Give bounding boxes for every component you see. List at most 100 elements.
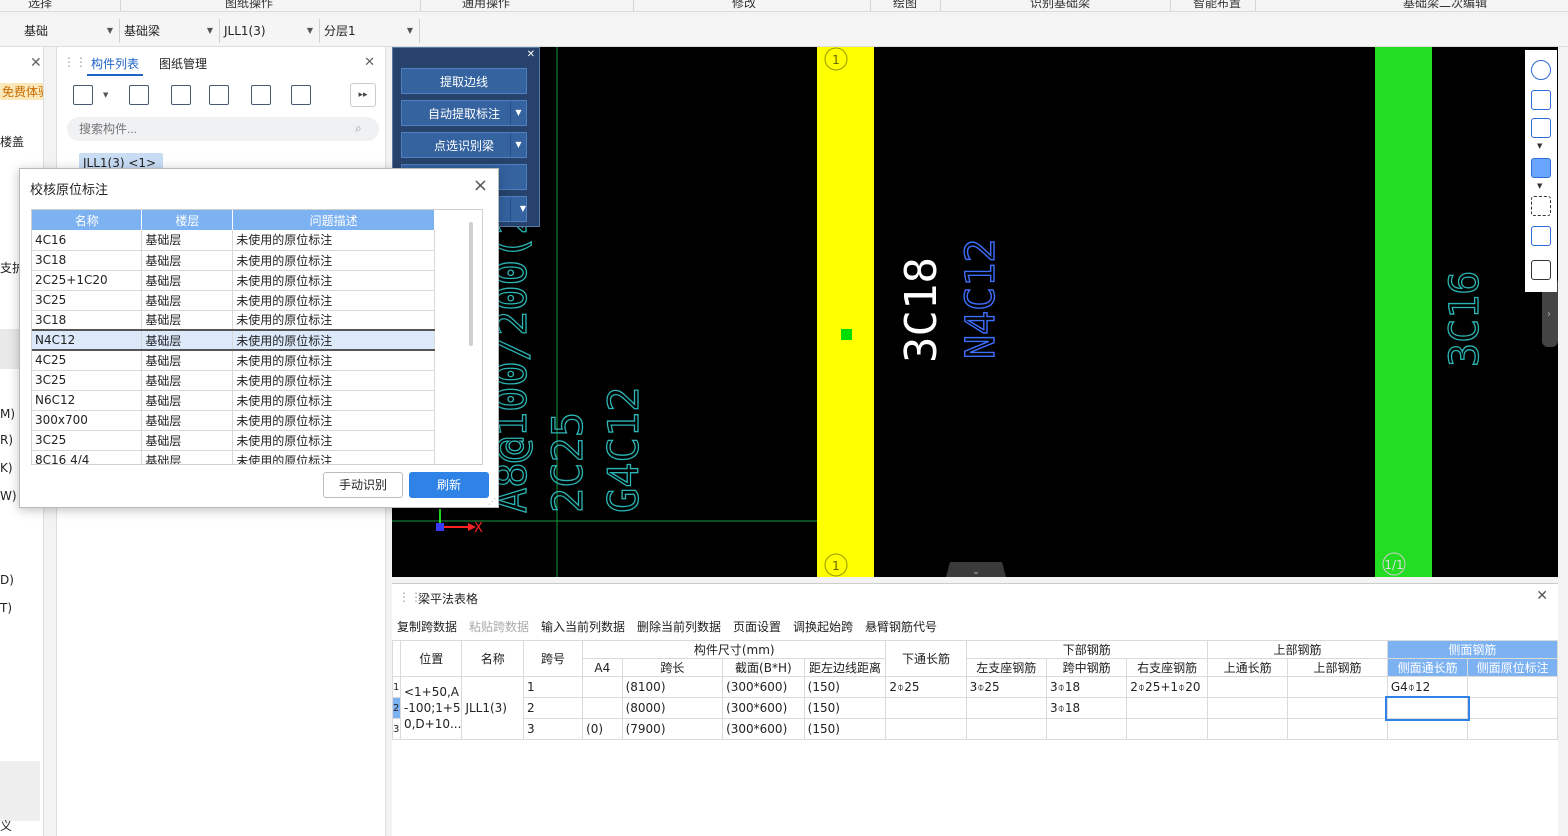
- duplicate-icon[interactable]: [209, 85, 229, 105]
- table-row[interactable]: 2 2 (8000) (300*600) (150) 3⌽18: [392, 695, 1558, 721]
- cell-top-through[interactable]: [1207, 697, 1289, 719]
- table-row[interactable]: 4C16 基础层 未使用的原位标注: [32, 230, 435, 251]
- cell-left-support[interactable]: 3⌽25: [965, 676, 1048, 698]
- column-header-dimensions[interactable]: 构件尺寸(mm): [582, 640, 887, 659]
- row-number[interactable]: 2: [392, 697, 401, 719]
- cell-section[interactable]: (300*600): [722, 697, 805, 719]
- close-icon[interactable]: ✕: [364, 55, 375, 70]
- cell-a4[interactable]: [582, 676, 623, 698]
- floor-type-select[interactable]: 基础 ▼: [20, 19, 120, 43]
- chevron-down-icon[interactable]: ▼: [510, 101, 526, 125]
- nav-item-yi[interactable]: 义: [0, 817, 12, 834]
- cell-top-bar[interactable]: [1287, 697, 1388, 719]
- grip-point[interactable]: [841, 329, 852, 340]
- cell-a4[interactable]: (0): [582, 718, 623, 740]
- more-icon[interactable]: ▸▸: [350, 83, 376, 107]
- cell-bottom-through[interactable]: 2⌽25: [885, 676, 967, 698]
- component-select[interactable]: JLL1(3) ▼: [220, 19, 320, 43]
- extract-edge-button[interactable]: 提取边线: [401, 68, 527, 94]
- column-header-mid-span[interactable]: 跨中钢筋: [1046, 658, 1128, 677]
- cell-span[interactable]: 2: [522, 697, 584, 719]
- delete-column-data-button[interactable]: 删除当前列数据: [637, 618, 721, 635]
- row-number[interactable]: 1: [392, 676, 401, 698]
- delete-icon[interactable]: [171, 85, 191, 105]
- drag-handle-icon[interactable]: ⋮⋮: [63, 55, 87, 69]
- column-header-side-rebar[interactable]: 侧面钢筋: [1386, 640, 1558, 659]
- cell-left-support[interactable]: [965, 718, 1048, 740]
- nav-item-r[interactable]: R): [0, 433, 13, 447]
- chevron-down-icon[interactable]: ▼: [103, 91, 108, 99]
- close-icon[interactable]: ✕: [527, 49, 535, 60]
- close-icon[interactable]: ×: [473, 175, 488, 196]
- ribbon-group-beam-edit[interactable]: 基础梁二次编辑: [1403, 0, 1487, 11]
- drawing-canvas[interactable]: 1 1 1/1 3C18 N4C12 3C16 2C25 G4C12 A8@10…: [392, 47, 1558, 577]
- table-row[interactable]: 1 <1+50,A -100;1+5 0,D+10... JLL1(3) 1 (8100)(…: [392, 676, 1558, 740]
- manual-recognize-button[interactable]: 手动识别: [323, 472, 403, 498]
- column-header-span-length[interactable]: 跨长: [621, 658, 724, 677]
- nav-item-k[interactable]: K): [0, 461, 13, 475]
- cell-side-through[interactable]: [1385, 695, 1470, 721]
- cell-a4[interactable]: [582, 697, 623, 719]
- column-header-name[interactable]: 名称: [461, 640, 524, 677]
- column-header-floor[interactable]: 楼层: [141, 210, 234, 230]
- column-header-top-bar[interactable]: 上部钢筋: [1287, 658, 1388, 677]
- cell-right-support[interactable]: [1126, 697, 1209, 719]
- cell-top-bar[interactable]: [1287, 676, 1388, 698]
- ribbon-group-drawing-ops[interactable]: 图纸操作: [225, 0, 273, 11]
- nav-item-d[interactable]: D): [0, 573, 14, 587]
- nav-item-t[interactable]: T): [0, 601, 12, 615]
- paste-span-data-button[interactable]: 粘贴跨数据: [469, 618, 529, 635]
- rebar-label-2c25[interactable]: 2C25: [542, 411, 592, 513]
- beam-left-yellow[interactable]: [817, 47, 874, 577]
- scrollbar[interactable]: [469, 222, 473, 346]
- auto-extract-label-button[interactable]: 自动提取标注 ▼: [401, 100, 527, 126]
- ribbon-group-smart-layout[interactable]: 智能布置: [1193, 0, 1241, 11]
- resize-grip-icon[interactable]: ⋰: [488, 497, 496, 506]
- cell-offset[interactable]: (150): [803, 676, 887, 698]
- column-header-a4[interactable]: A4: [582, 658, 623, 677]
- cantilever-code-button[interactable]: 悬臂钢筋代号: [865, 618, 937, 635]
- export-icon[interactable]: [291, 85, 311, 105]
- nav-item-w[interactable]: W): [0, 489, 17, 503]
- row-number[interactable]: 3: [392, 718, 401, 740]
- box-select-icon[interactable]: [1531, 226, 1551, 246]
- layer-visibility-icon[interactable]: [1531, 260, 1551, 280]
- cell-mid[interactable]: [1046, 718, 1128, 740]
- cell-position[interactable]: <1+50,A -100;1+5 0,D+10...: [399, 676, 463, 740]
- cell-length[interactable]: (7900): [621, 718, 724, 740]
- copy-icon[interactable]: [129, 85, 149, 105]
- cell-side-in-situ[interactable]: [1467, 676, 1558, 698]
- input-column-data-button[interactable]: 输入当前列数据: [541, 618, 625, 635]
- cell-offset[interactable]: (150): [803, 697, 887, 719]
- 3d-view-icon[interactable]: [1531, 90, 1551, 110]
- rebar-label-3c16[interactable]: 3C16: [1441, 270, 1488, 368]
- cell-side-through[interactable]: [1386, 718, 1469, 740]
- table-row[interactable]: N6C12 基础层 未使用的原位标注: [32, 390, 435, 411]
- cell-top-through[interactable]: [1207, 676, 1289, 698]
- chevron-down-icon[interactable]: ▼: [510, 133, 526, 157]
- column-header-section[interactable]: 截面(B*H): [722, 658, 805, 677]
- column-header-top-through[interactable]: 上通长筋: [1207, 658, 1289, 677]
- column-header-right-support[interactable]: 右支座钢筋: [1126, 658, 1209, 677]
- table-row[interactable]: 3C25 基础层 未使用的原位标注: [32, 290, 435, 311]
- cell-side-in-situ[interactable]: [1467, 697, 1558, 719]
- cell-span[interactable]: 3: [522, 718, 584, 740]
- orbit-icon[interactable]: [1531, 60, 1551, 80]
- cell-left-support[interactable]: [965, 697, 1048, 719]
- ribbon-group-select[interactable]: 选择: [28, 0, 52, 11]
- solid-cube-icon[interactable]: [1531, 158, 1551, 178]
- cell-section[interactable]: (300*600): [722, 676, 805, 698]
- ribbon-group-recognize-beam[interactable]: 识别基础梁: [1030, 0, 1090, 11]
- table-row[interactable]: 3C25 基础层 未使用的原位标注: [32, 370, 435, 391]
- column-header-bottom-rebar[interactable]: 下部钢筋: [965, 640, 1209, 659]
- chevron-down-icon[interactable]: ▼: [510, 197, 526, 221]
- cell-beam-name[interactable]: JLL1(3): [461, 676, 524, 740]
- layer-select[interactable]: 分层1 ▼: [320, 19, 420, 43]
- table-row[interactable]: 3C25 基础层 未使用的原位标注: [32, 430, 435, 451]
- search-icon[interactable]: ⌕: [355, 121, 362, 136]
- cube-view-icon[interactable]: [1531, 118, 1551, 138]
- chevron-down-icon[interactable]: ▼: [1537, 182, 1542, 190]
- click-recognize-beam-button[interactable]: 点选识别梁 ▼: [401, 132, 527, 158]
- refresh-button[interactable]: 刷新: [409, 472, 489, 498]
- close-icon[interactable]: ✕: [1536, 588, 1548, 604]
